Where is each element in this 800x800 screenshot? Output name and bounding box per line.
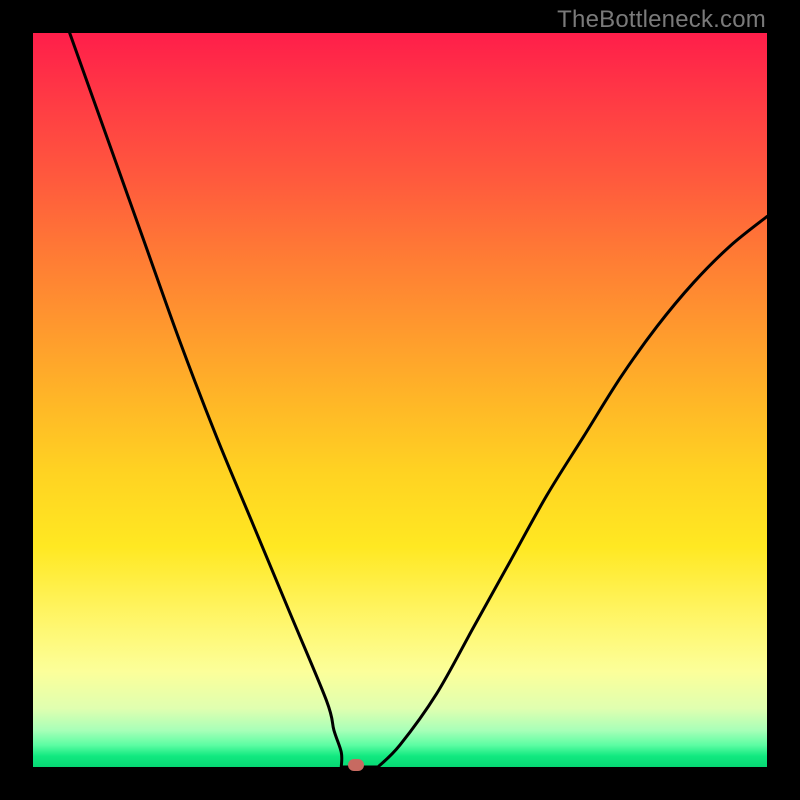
watermark-text: TheBottleneck.com [557,6,766,34]
minimum-marker [348,759,364,771]
plot-area [33,33,767,767]
outer-frame: TheBottleneck.com [0,0,800,800]
bottleneck-curve-path [70,33,767,767]
curve-svg [33,33,767,767]
